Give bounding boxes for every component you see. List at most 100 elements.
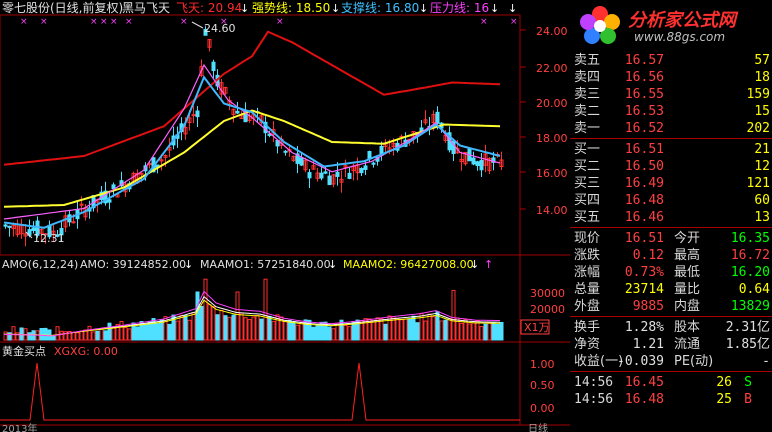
volume-bar [119, 321, 124, 341]
candle-body [299, 157, 304, 166]
volume-bar [407, 318, 412, 341]
buy-row[interactable]: 买四 16.48 60 [570, 192, 772, 209]
volume-bar [427, 313, 432, 341]
volume-unit: X1万 [524, 321, 550, 334]
volume-bar [443, 319, 448, 341]
indicator-feitian: 飞天: 20.94 [176, 1, 242, 15]
marker-icon: × [180, 17, 188, 27]
volume-bar [255, 314, 260, 341]
marker-icon: × [40, 17, 48, 27]
price-axis: 24.00 22.00 20.00 18.00 16.00 14.00 [520, 25, 568, 217]
volume-bar [287, 319, 292, 341]
sell-row[interactable]: 卖二 16.53 15 [570, 103, 772, 120]
tick-price: 16.48 [624, 392, 664, 407]
sell-label: 卖一 [574, 121, 601, 136]
marker-icon: × [125, 17, 133, 27]
volume-bar [331, 328, 336, 341]
stats-label: PE(动) [674, 354, 714, 369]
volume-bar [75, 332, 80, 341]
stats-value: 2.31亿 [725, 320, 770, 335]
quote-row: 涨幅 0.73% 最低 16.20 [570, 264, 772, 281]
stats-value: 1.85亿 [725, 337, 770, 352]
tick-flag: B [744, 392, 752, 407]
candle-body [363, 165, 368, 170]
sell-label: 卖二 [574, 104, 601, 119]
volume-bar [431, 316, 436, 341]
candle-body [235, 110, 240, 114]
buy-row[interactable]: 买五 16.46 13 [570, 209, 772, 226]
marker-icon: × [100, 17, 108, 27]
sell-volume: 202 [746, 121, 770, 136]
stats-row: 收益(一) -0.039 PE(动) - [570, 353, 772, 370]
gold-title: 黄金买点 [2, 344, 46, 358]
volume-bar [347, 326, 352, 341]
volume-bar [87, 325, 92, 341]
marker-icon: × [480, 17, 488, 27]
volume-bar [59, 330, 64, 341]
stats-label: 换手 [574, 320, 601, 335]
candle-body [371, 162, 376, 165]
volume-bar [183, 315, 188, 341]
volume-bar [39, 328, 44, 341]
quote-label: 内盘 [674, 299, 701, 314]
quote-label: 量比 [674, 282, 701, 297]
buy-label: 买二 [574, 159, 601, 174]
tick-row: 14:56 16.45 26 S [570, 374, 772, 391]
volume-bar [103, 330, 108, 341]
buy-row[interactable]: 买二 16.50 12 [570, 158, 772, 175]
sell-label: 卖五 [574, 53, 601, 68]
sell-price: 16.55 [624, 87, 664, 102]
indicator-pressure-line: 压力线: 16 [430, 1, 489, 15]
stats-value: -0.039 [617, 354, 664, 369]
candle-body [3, 224, 8, 227]
volume-bar [499, 321, 504, 341]
volume-bar [11, 326, 16, 341]
chart-area[interactable]: 24.00 22.00 20.00 18.00 16.00 14.00 3000… [0, 0, 570, 432]
buy-price: 16.46 [624, 210, 664, 225]
volume-bar [295, 324, 300, 341]
quote-value: 9885 [632, 299, 664, 314]
volume-bar [55, 326, 60, 341]
candle-body [107, 199, 112, 203]
sell-price: 16.57 [624, 53, 664, 68]
stats-label: 股本 [674, 320, 701, 335]
buy-price: 16.50 [624, 159, 664, 174]
volume-bar [383, 323, 388, 341]
maamo2-value: MAAMO2: 96427008.00 [343, 258, 474, 271]
stats-label: 净资 [574, 337, 601, 352]
candle-body [335, 171, 340, 177]
quote-label: 最高 [674, 248, 701, 263]
marker-icon: × [510, 17, 518, 27]
down-arrow-icon: ↓ [470, 258, 479, 271]
volume-bar [195, 291, 200, 341]
sell-row[interactable]: 卖五 16.57 57 [570, 52, 772, 69]
volume-bar [371, 320, 376, 341]
tick-volume: 26 [716, 375, 732, 390]
sell-volume: 15 [754, 104, 770, 119]
sell-price: 16.56 [624, 70, 664, 85]
quote-label: 现价 [574, 231, 601, 246]
volume-bar [51, 335, 56, 341]
low-price-label: 12.31 [33, 232, 65, 245]
logo-brand: 分析家公式网 [628, 10, 736, 31]
volume-bar [235, 291, 240, 341]
buy-row[interactable]: 买一 16.51 21 [570, 141, 772, 158]
sell-row[interactable]: 卖一 16.52 202 [570, 120, 772, 137]
quote-label: 最低 [674, 265, 701, 280]
volume-bar [451, 289, 456, 341]
volume-bar [439, 320, 444, 341]
sell-label: 卖四 [574, 70, 601, 85]
sell-volume: 57 [754, 53, 770, 68]
buy-row[interactable]: 买三 16.49 121 [570, 175, 772, 192]
quote-label: 涨跌 [574, 248, 601, 263]
volume-bar [479, 326, 484, 341]
quote-label: 总量 [574, 282, 601, 297]
candle-body [323, 171, 328, 174]
candle-body [319, 172, 324, 179]
sell-label: 卖三 [574, 87, 601, 102]
volume-bar [27, 332, 32, 341]
quote-value: 16.35 [730, 231, 770, 246]
sell-row[interactable]: 卖四 16.56 18 [570, 69, 772, 86]
sell-row[interactable]: 卖三 16.55 159 [570, 86, 772, 103]
down-arrow-icon: ↓ [184, 258, 193, 271]
